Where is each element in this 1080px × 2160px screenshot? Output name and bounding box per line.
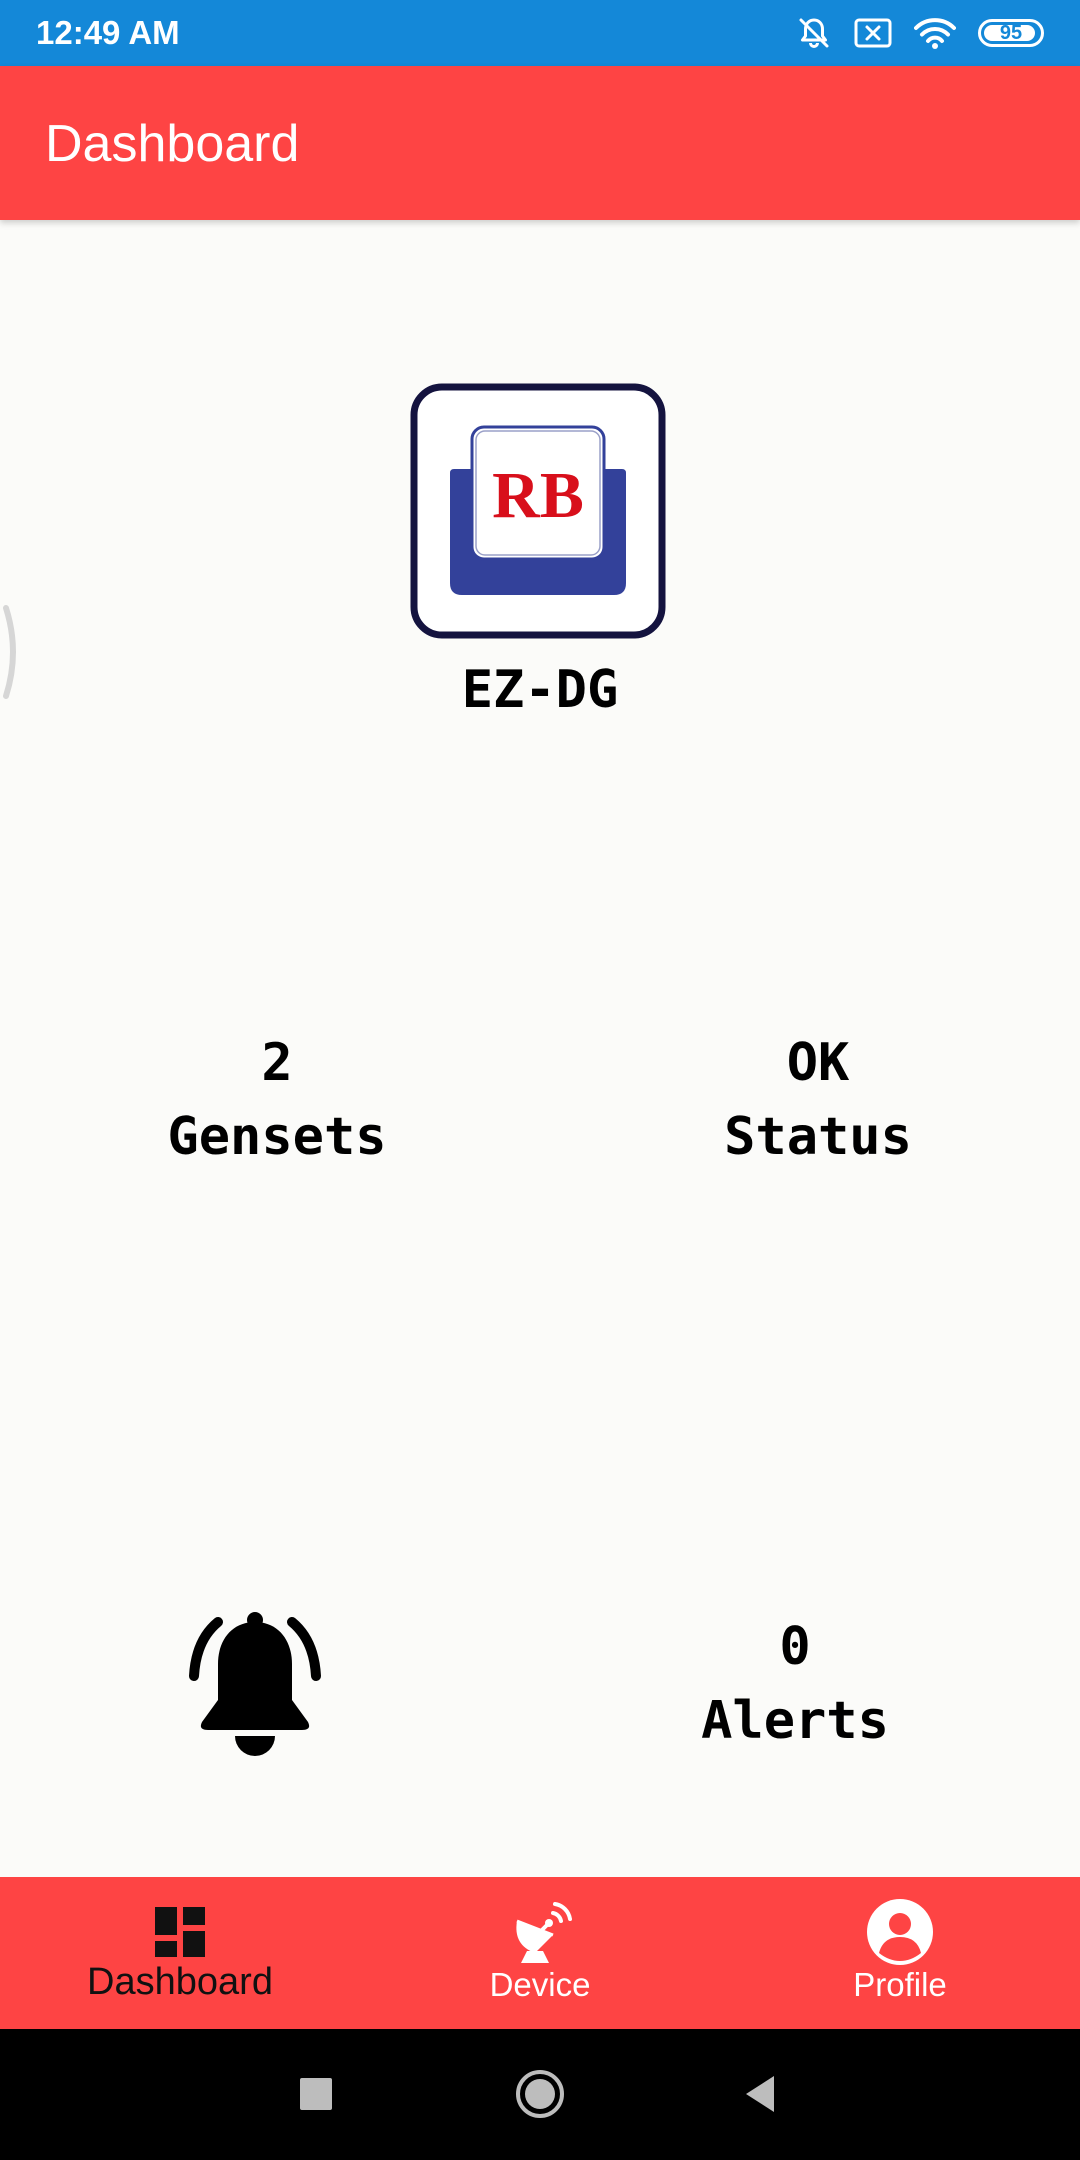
logo-text: RB [492,459,584,532]
gensets-stat[interactable]: 2 Gensets [77,1026,477,1174]
app-bar: Dashboard [0,66,1080,220]
alerts-count: 0 [779,1617,811,1677]
alerts-label: Alerts [701,1691,889,1751]
brand-name: EZ-DG [461,660,619,720]
status-bar: 12:49 AM 95 [0,0,1080,66]
battery-icon: 95 [978,19,1044,47]
status-label: Status [724,1107,912,1167]
back-icon[interactable] [730,2064,790,2124]
page-title: Dashboard [45,115,300,173]
satellite-dish-icon [516,1902,572,1963]
nav-label-dashboard: Dashboard [87,1961,273,2003]
nav-item-dashboard[interactable]: Dashboard [0,1877,360,2029]
app-logo: RB [410,383,666,639]
edge-swipe-handle[interactable] [0,604,24,700]
status-time: 12:49 AM [36,14,180,51]
bell-icon[interactable] [188,1608,322,1756]
bottom-nav: Dashboard Device Profile [0,1877,1080,2029]
battery-percent: 95 [999,22,1023,44]
dashboard-icon [155,1907,205,1957]
nav-label-profile: Profile [853,1966,947,2003]
nav-label-device: Device [489,1966,591,2003]
status-stat[interactable]: OK Status [618,1026,1018,1174]
status-icons: 95 [796,14,1044,52]
profile-icon [867,1899,933,1965]
gensets-label: Gensets [167,1107,387,1167]
recents-icon[interactable] [286,2064,346,2124]
nav-item-profile[interactable]: Profile [720,1877,1080,2029]
screen: 12:49 AM 95 Dashboard RB EZ-DG 2 Gensets… [0,0,1080,2160]
system-nav-bar [0,2029,1080,2160]
home-icon[interactable] [510,2064,570,2124]
gensets-count: 2 [261,1033,293,1093]
nav-item-device[interactable]: Device [360,1877,720,2029]
status-value: OK [786,1033,850,1093]
sim-off-icon [854,17,892,49]
mute-icon [796,15,832,51]
alerts-stat[interactable]: 0 Alerts [595,1610,995,1758]
wifi-icon [914,16,956,50]
